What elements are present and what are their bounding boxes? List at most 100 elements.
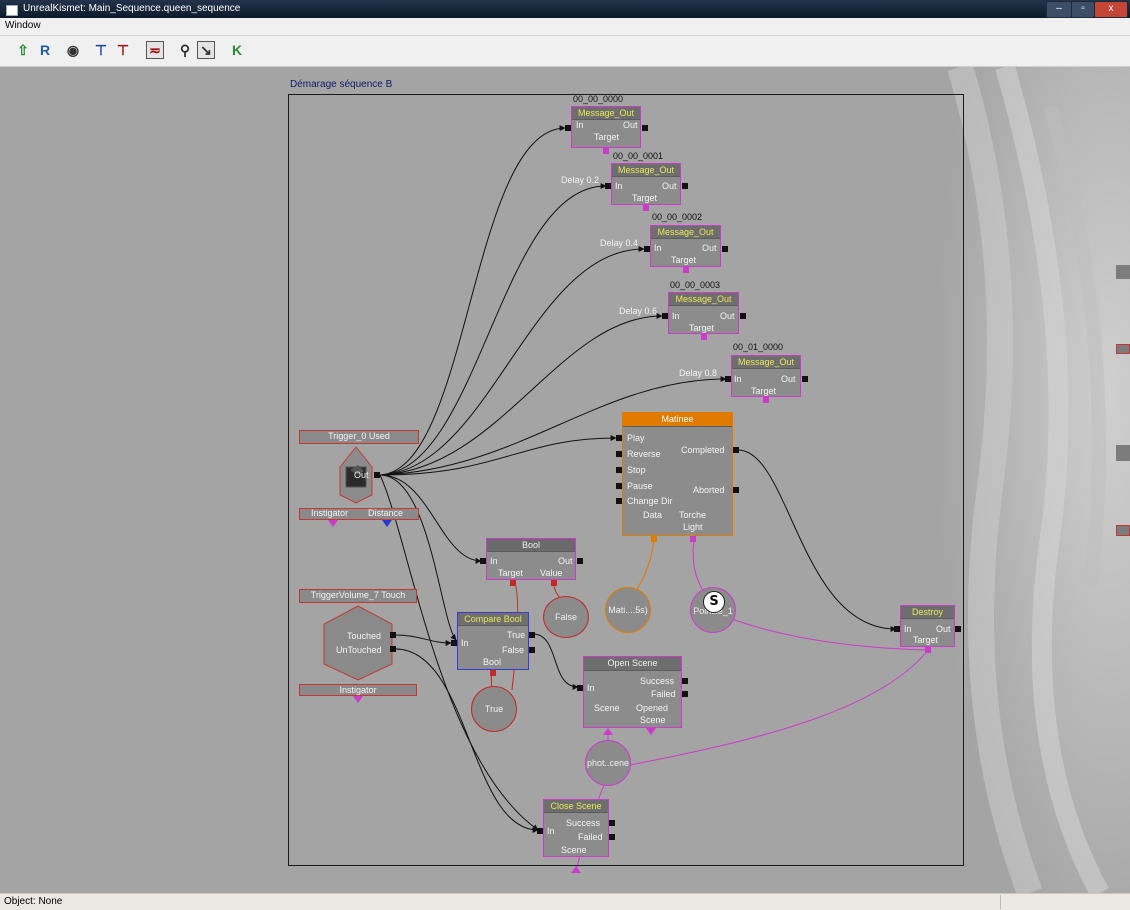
target-connector[interactable] [683,267,689,273]
app-icon [6,5,18,16]
parent-sequence-icon[interactable]: ⇧ [14,41,32,59]
scene-connector[interactable] [571,866,581,874]
target-connector[interactable] [643,205,649,211]
status-divider [1000,895,1001,909]
light-connector[interactable] [690,536,696,542]
variable-label: Opened [636,703,669,713]
output-connector[interactable] [390,646,396,652]
scene-variable[interactable]: phot..cene [585,740,631,786]
input-connector[interactable] [616,483,622,489]
output-label: Failed [651,689,676,699]
target-connector[interactable] [763,397,769,403]
output-label: Failed [578,832,603,842]
input-label: In [615,181,623,191]
maximize-button[interactable]: ▫ [1071,1,1095,18]
input-connector[interactable] [616,435,622,441]
input-connector[interactable] [480,558,486,564]
output-label: Out [623,120,638,130]
output-connector[interactable] [374,472,380,478]
instigator-connector[interactable] [328,520,338,528]
input-connector[interactable] [565,125,571,131]
input-label: In [654,243,662,253]
output-connector[interactable] [609,834,615,840]
instigator-connector[interactable] [353,696,363,704]
output-label: Success [566,818,601,828]
touch-event-title[interactable]: TriggerVolume_7 Touch [299,589,417,603]
delay-label: Delay 0.4 [600,238,639,248]
input-connector[interactable] [616,467,622,473]
trigger-event-title[interactable]: Trigger_0 Used [299,430,419,444]
hide-connectors-icon[interactable]: ⊤ [92,41,110,59]
output-label: Aborted [693,485,725,495]
target-connector[interactable] [510,580,516,586]
output-connector[interactable] [390,632,396,638]
output-label: False [502,645,525,655]
target-connector[interactable] [925,647,931,653]
menu-window[interactable]: Window [5,20,41,31]
input-connector[interactable] [605,183,611,189]
offscreen-node [1116,525,1130,536]
output-connector[interactable] [733,487,739,493]
output-label: True [507,630,526,640]
input-connector[interactable] [725,376,731,382]
output-connector[interactable] [722,246,728,252]
output-connector[interactable] [740,313,746,319]
node-title: Matinee [623,413,732,427]
close-button[interactable]: x [1094,1,1128,18]
eye-icon[interactable]: ◉ [64,41,82,59]
true-variable[interactable]: True [471,686,517,732]
value-connector[interactable] [551,580,557,586]
bool-connector[interactable] [490,670,496,676]
curves-toggle-icon[interactable]: ≂ [146,41,164,59]
rename-icon[interactable]: R [36,41,54,59]
variable-label: Instigator [311,508,349,518]
input-connector[interactable] [644,246,650,252]
node-title: Compare Bool [458,613,528,626]
input-connector[interactable] [451,640,457,646]
node-id: 00_00_0001 [613,151,664,161]
input-connector[interactable] [616,451,622,457]
input-connector[interactable] [537,828,543,834]
target-label: Target [689,323,715,333]
output-connector[interactable] [529,647,535,653]
kismet-icon[interactable]: K [228,41,246,59]
matinee-data-variable[interactable]: Mati....5s) [605,587,651,633]
input-connector[interactable] [894,626,900,632]
output-connector[interactable] [802,376,808,382]
output-connector[interactable] [577,558,583,564]
output-connector[interactable] [642,125,648,131]
distance-connector[interactable] [382,520,392,528]
input-connector[interactable] [662,313,668,319]
input-connector[interactable] [577,685,583,691]
target-label: Target [498,568,524,578]
variable-label: Bool [483,657,502,667]
output-connector[interactable] [529,632,535,638]
search-icon[interactable]: ⚲ [176,41,194,59]
output-connector[interactable] [682,678,688,684]
output-label: Touched [347,631,382,641]
node-title: Message_Out [651,226,720,239]
target-label: Target [594,132,620,142]
opened-scene-connector[interactable] [646,728,656,736]
scene-connector[interactable] [603,728,613,736]
window-titlebar: UnrealKismet: Main_Sequence.queen_sequen… [0,0,1130,18]
sequence-title: Démarage séquence B [290,79,393,90]
node-title: Close Scene [544,800,608,813]
output-connector[interactable] [682,691,688,697]
show-connectors-icon[interactable]: ⊤ [114,41,132,59]
touch-event-body[interactable] [322,604,394,682]
false-variable[interactable]: False [543,596,589,638]
link-tool-icon[interactable]: ↘ [197,41,215,59]
input-label: In [490,556,498,566]
input-connector[interactable] [616,498,622,504]
data-connector[interactable] [651,536,657,542]
output-connector[interactable] [733,447,739,453]
node-title: Message_Out [669,293,738,306]
target-connector[interactable] [603,148,609,154]
minimize-button[interactable]: – [1046,1,1072,18]
output-connector[interactable] [609,820,615,826]
output-connector[interactable] [682,183,688,189]
output-connector[interactable] [955,626,961,632]
target-connector[interactable] [701,334,707,340]
output-label: Success [640,676,675,686]
